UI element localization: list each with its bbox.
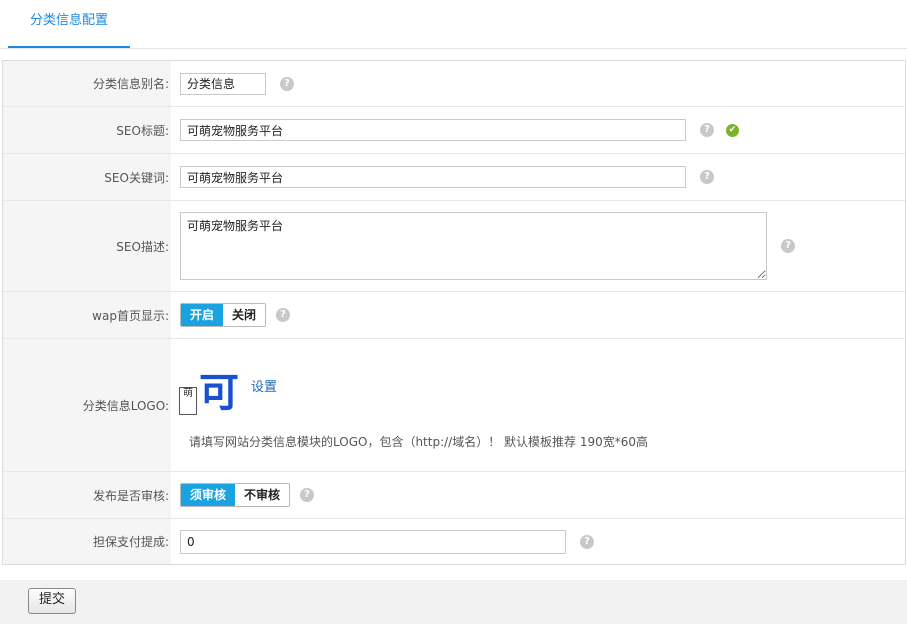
logo-seal-icon: 萌 [179,386,197,415]
wap-home-value-cell: 开启 关闭 ? [171,292,905,338]
logo-value-cell: 萌 可 设置 请填写网站分类信息模块的LOGO，包含（http://域名）！ 默… [171,339,905,471]
audit-required-option[interactable]: 须审核 [181,484,236,506]
help-icon[interactable]: ? [280,76,294,91]
row-seo-keywords: SEO关键词: ? [3,154,905,201]
logo-label: 分类信息LOGO: [3,339,171,471]
alias-label: 分类信息别名: [3,61,171,106]
logo-image: 可 [199,368,239,416]
row-audit: 发布是否审核: 须审核 不审核 ? [3,472,905,519]
row-seo-title: SEO标题: ? ✔ [3,107,905,154]
help-icon[interactable]: ? [300,488,315,502]
wap-home-on-option[interactable]: 开启 [181,304,224,326]
seo-title-label: SEO标题: [3,107,171,153]
wap-home-label: wap首页显示: [3,292,171,338]
escrow-label: 担保支付提成: [3,519,171,564]
help-icon[interactable]: ? [580,534,594,549]
seo-keywords-label: SEO关键词: [3,154,171,200]
check-ok-icon: ✔ [726,123,739,137]
seo-title-input[interactable] [180,119,686,141]
alias-value-cell: ? [171,61,905,106]
logo-preview-line: 萌 可 设置 [179,367,648,419]
wap-home-off-option[interactable]: 关闭 [223,304,266,326]
tab-bar: 分类信息配置 [0,0,907,49]
logo-block: 萌 可 设置 请填写网站分类信息模块的LOGO，包含（http://域名）！ 默… [179,361,648,450]
help-icon[interactable]: ? [781,239,795,253]
submit-button[interactable]: 提交 [28,588,76,614]
seo-desc-value-cell: 可萌宠物服务平台 ? [171,201,905,291]
seo-keywords-value-cell: ? [171,154,905,200]
form-footer: 提交 [0,580,907,624]
seo-desc-label: SEO描述: [3,201,171,291]
row-escrow: 担保支付提成: ? [3,519,905,564]
logo-set-link[interactable]: 设置 [251,376,277,395]
audit-value-cell: 须审核 不审核 ? [171,472,905,518]
tab-category-config[interactable]: 分类信息配置 [8,0,130,48]
seo-keywords-input[interactable] [180,166,686,188]
config-form: 分类信息别名: ? SEO标题: ? ✔ SEO关键词: ? SEO描述: 可萌… [2,60,906,565]
row-wap-home: wap首页显示: 开启 关闭 ? [3,292,905,339]
row-logo: 分类信息LOGO: 萌 可 设置 请填写网站分类信息模块的LOGO，包含（htt… [3,339,905,472]
help-icon[interactable]: ? [700,170,714,184]
audit-not-required-option[interactable]: 不审核 [235,484,290,506]
seo-desc-textarea[interactable]: 可萌宠物服务平台 [180,212,767,280]
help-icon[interactable]: ? [276,308,291,322]
alias-input[interactable] [180,72,266,95]
logo-hint-text: 请填写网站分类信息模块的LOGO，包含（http://域名）！ 默认模板推荐 1… [189,434,649,449]
wap-home-toggle[interactable]: 开启 关闭 [180,303,267,327]
row-seo-desc: SEO描述: 可萌宠物服务平台 ? [3,201,905,292]
audit-toggle[interactable]: 须审核 不审核 [180,483,291,507]
row-alias: 分类信息别名: ? [3,61,905,107]
help-icon[interactable]: ? [700,123,714,137]
audit-label: 发布是否审核: [3,472,171,518]
escrow-value-cell: ? [171,519,905,564]
seo-title-value-cell: ? ✔ [171,107,905,153]
escrow-input[interactable] [180,529,566,554]
